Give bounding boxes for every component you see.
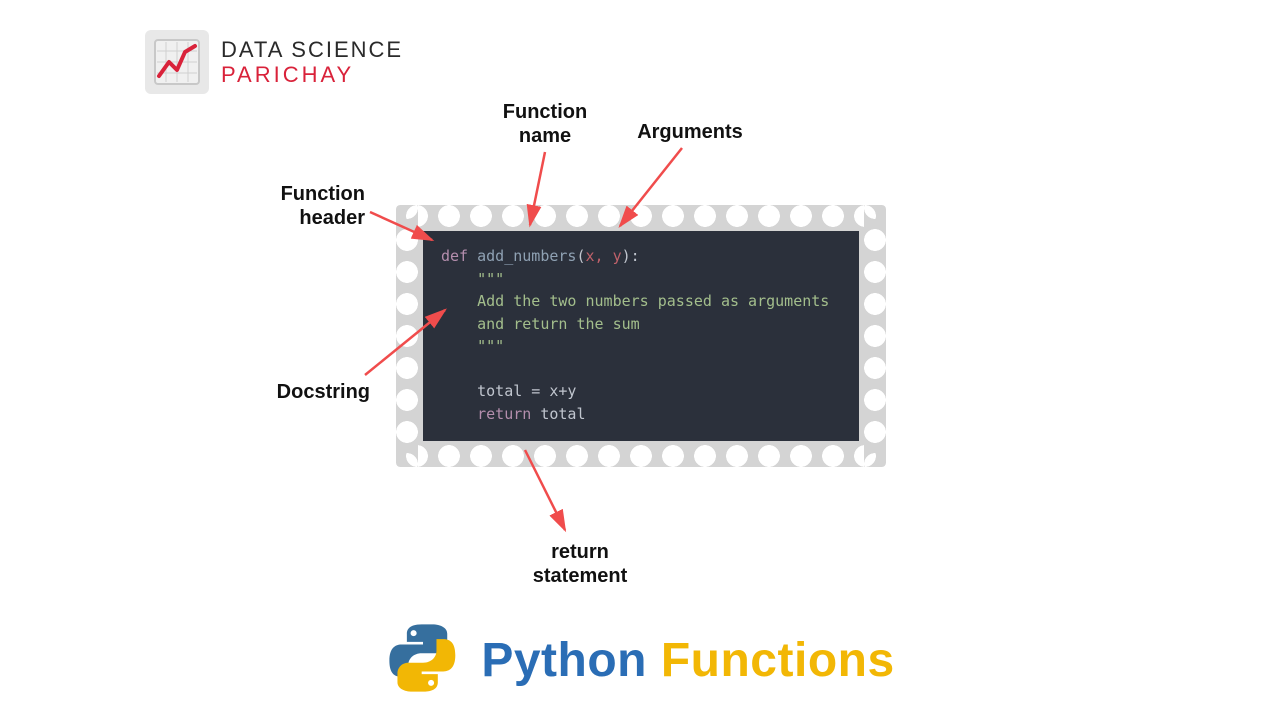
logo-text-line1: DATA SCIENCE <box>221 37 403 62</box>
code-stamp-frame: def add_numbers(x, y): """ Add the two n… <box>396 205 886 467</box>
keyword-return: return <box>477 405 531 423</box>
python-logo-icon <box>385 621 459 700</box>
docstring-close: """ <box>477 337 504 355</box>
docstring-line2: and return the sum <box>477 315 640 333</box>
chart-icon <box>145 30 209 94</box>
label-arguments: Arguments <box>620 120 760 144</box>
label-docstring: Docstring <box>260 380 370 404</box>
page-title: Python Functions <box>385 621 894 700</box>
keyword-def: def <box>441 247 468 265</box>
docstring-line1: Add the two numbers passed as arguments <box>477 292 829 310</box>
title-word-python: Python <box>481 634 647 687</box>
title-word-functions: Functions <box>661 634 895 687</box>
return-var: total <box>540 405 585 423</box>
label-function-name: Functionname <box>490 100 600 148</box>
assign-line: total = x+y <box>477 382 576 400</box>
code-block: def add_numbers(x, y): """ Add the two n… <box>423 231 859 441</box>
logo-text-line2: PARICHAY <box>221 62 403 87</box>
docstring-open: """ <box>477 270 504 288</box>
function-name-token: add_numbers <box>477 247 576 265</box>
label-function-header: Functionheader <box>255 182 365 230</box>
label-return-statement: returnstatement <box>515 540 645 588</box>
brand-logo: DATA SCIENCE PARICHAY <box>145 30 403 94</box>
params-token: x, y <box>586 247 622 265</box>
